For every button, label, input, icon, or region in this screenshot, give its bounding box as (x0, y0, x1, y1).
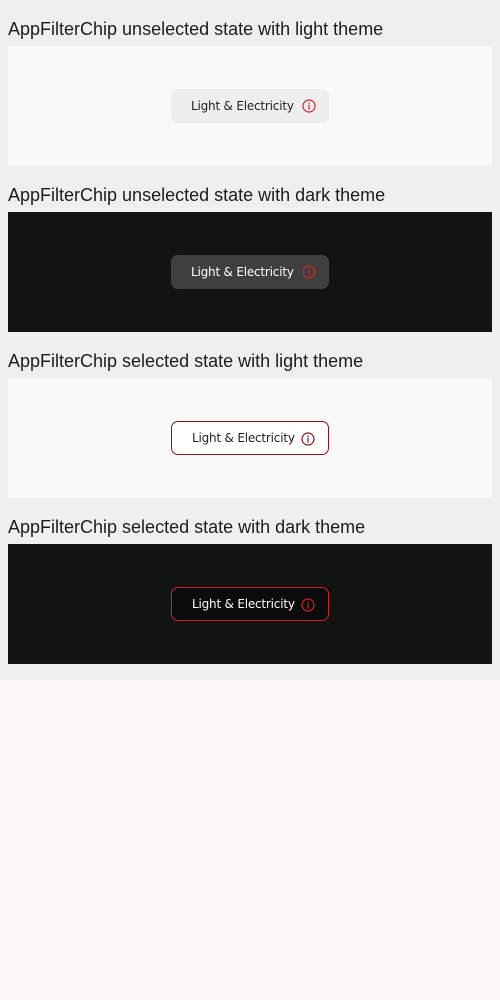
section-title-selected-dark: AppFilterChip selected state with dark t… (8, 517, 366, 537)
info-icon[interactable] (302, 265, 316, 279)
info-icon[interactable] (301, 598, 315, 612)
filter-chip-selected-dark[interactable]: Light & Electricity (171, 587, 329, 621)
preview-unselected-light: Light & Electricity (8, 46, 492, 166)
chip-label: Light & Electricity (191, 265, 294, 279)
chip-label: Light & Electricity (191, 99, 294, 113)
info-icon[interactable] (302, 99, 316, 113)
preview-selected-dark: Light & Electricity (8, 544, 492, 664)
section-title-selected-light: AppFilterChip selected state with light … (8, 351, 364, 371)
section-title-unselected-light: AppFilterChip unselected state with ligh… (8, 19, 384, 39)
preview-selected-light: Light & Electricity (8, 378, 492, 498)
section-title-unselected-dark: AppFilterChip unselected state with dark… (8, 185, 386, 205)
chip-label: Light & Electricity (192, 597, 295, 611)
filter-chip-selected-light[interactable]: Light & Electricity (171, 421, 329, 455)
preview-panel: AppFilterChip unselected state with ligh… (0, 0, 500, 680)
filter-chip-unselected-dark[interactable]: Light & Electricity (171, 255, 329, 289)
chip-label: Light & Electricity (192, 431, 295, 445)
preview-unselected-dark: Light & Electricity (8, 212, 492, 332)
info-icon[interactable] (301, 432, 315, 446)
filter-chip-unselected-light[interactable]: Light & Electricity (171, 89, 329, 123)
